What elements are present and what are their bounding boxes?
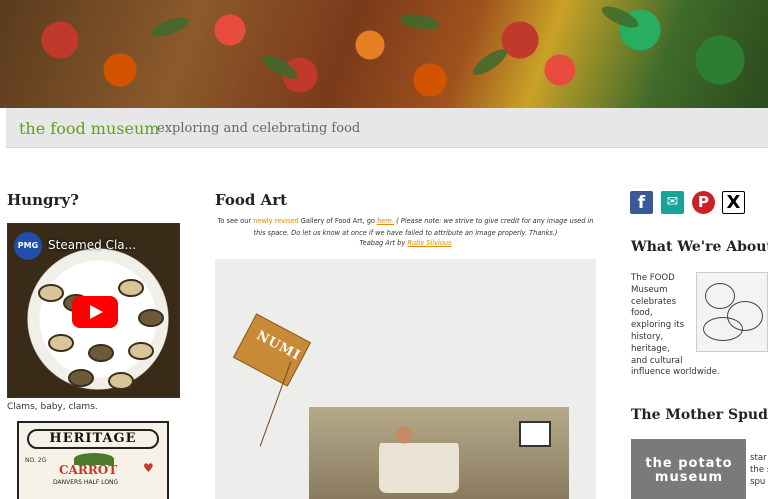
facebook-icon[interactable]: f	[630, 191, 653, 214]
hero-leaf	[399, 11, 441, 33]
video-title[interactable]: Steamed Cla...	[48, 238, 136, 252]
seed-packet-variety: CARROT	[59, 463, 118, 477]
seed-packet-brand: HERITAGE	[27, 429, 159, 449]
video-caption: Clams, baby, clams.	[7, 402, 98, 412]
snippet-line: star	[750, 453, 767, 463]
channel-avatar[interactable]: PMG	[14, 232, 42, 260]
painted-frame	[519, 421, 551, 447]
about-text: The FOOD Museum celebrates food, explori…	[631, 273, 720, 379]
clam-shape	[38, 284, 64, 302]
hero-leaf	[469, 44, 511, 80]
site-tagline: exploring and celebrating food	[157, 121, 361, 136]
teabag-canvas	[309, 407, 569, 499]
intro-middle: Gallery of Food Art, go	[298, 217, 378, 225]
clam-shape	[128, 342, 154, 360]
clam-shape	[108, 372, 134, 390]
snippet-line: spu	[750, 477, 766, 487]
seed-packet-number: NO. 2G	[25, 457, 47, 464]
about-illustration	[696, 272, 768, 352]
about-line: and cultural	[631, 355, 683, 366]
potato-museum-logo[interactable]: the potato museum	[631, 439, 746, 499]
clam-shape	[138, 309, 164, 327]
x-icon[interactable]: X	[722, 191, 745, 214]
hero-banner-image	[0, 0, 768, 108]
image-credit: Teabag Art by Ruby Silvious	[215, 239, 596, 247]
hero-leaf	[148, 13, 192, 41]
teabag-brand: NUMI	[253, 328, 304, 364]
hero-leaf	[259, 50, 301, 84]
seed-packet-image[interactable]: HERITAGE NO. 2G CARROT DANVERS HALF LONG…	[17, 421, 169, 499]
about-line: food,	[631, 308, 653, 319]
site-header-bar: the food museum exploring and celebratin…	[6, 108, 768, 148]
credit-prefix: Teabag Art by	[359, 239, 408, 247]
hero-leaf	[598, 2, 642, 32]
sidebar-heading-hungry: Hungry?	[7, 191, 79, 209]
about-heading: What We're About	[631, 239, 768, 255]
mother-spud-heading: The Mother Spud	[631, 407, 768, 423]
clam-shape	[118, 279, 144, 297]
video-player[interactable]: PMG Steamed Cla...	[7, 223, 180, 398]
snippet-line: the s	[750, 465, 768, 475]
clam-shape	[48, 334, 74, 352]
article-intro: To see our newly revised Gallery of Food…	[215, 215, 596, 239]
seed-packet-subvariety: DANVERS HALF LONG	[53, 479, 119, 486]
about-line: Museum	[631, 284, 668, 295]
artist-link[interactable]: Ruby Silvious	[407, 239, 451, 247]
potato-museum-logo-text: the potato museum	[645, 456, 733, 485]
heart-icon: ♥	[143, 461, 154, 475]
about-line: history,	[631, 331, 664, 342]
intro-highlight: newly revised	[253, 217, 299, 225]
gallery-link[interactable]: here.	[377, 217, 394, 225]
painted-figure	[379, 423, 459, 493]
clam-shape	[88, 344, 114, 362]
sketch-stroke	[703, 317, 743, 341]
play-button-icon[interactable]	[72, 296, 118, 328]
about-line: influence worldwide.	[631, 367, 720, 378]
article-title: Food Art	[215, 191, 288, 209]
about-line: heritage,	[631, 343, 670, 354]
about-line: The FOOD	[631, 273, 675, 283]
site-name-link[interactable]: the food museum	[19, 119, 159, 138]
clam-shape	[68, 369, 94, 387]
mother-spud-snippet: star the s spu	[750, 452, 768, 488]
about-line: exploring its	[631, 320, 685, 331]
about-line: celebrates	[631, 296, 677, 307]
intro-prefix: To see our	[217, 217, 254, 225]
teabag-art-image: NUMI	[215, 259, 596, 499]
pinterest-icon[interactable]: P	[692, 191, 715, 214]
teabag-tag: NUMI	[232, 313, 312, 387]
email-icon[interactable]: ✉	[661, 191, 684, 214]
